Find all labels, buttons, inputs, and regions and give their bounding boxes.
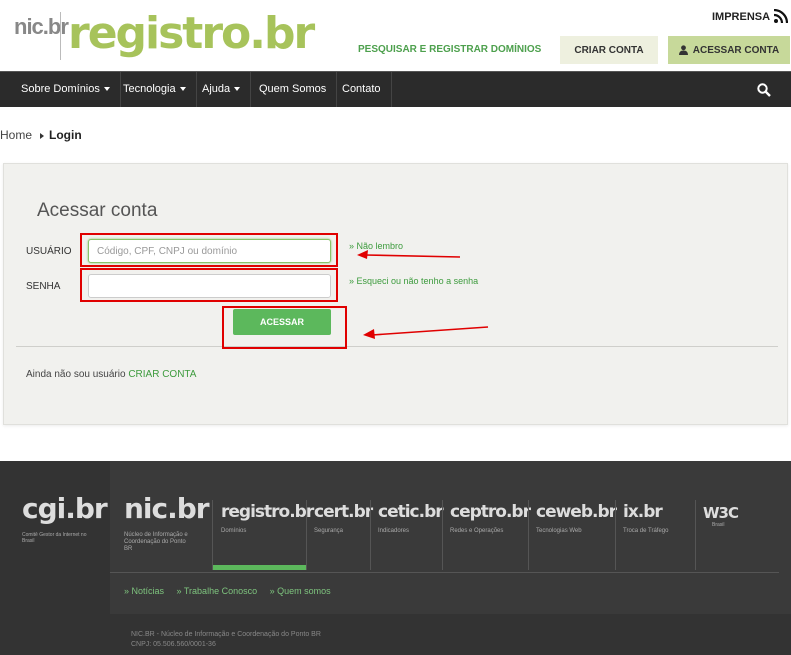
- copyright-line-2: CNPJ: 05.506.560/0001-36: [131, 641, 216, 648]
- access-account-button[interactable]: ACESSAR CONTA: [668, 36, 790, 64]
- footer-nic-subtitle: Núcleo de Informação e Coordenação do Po…: [124, 532, 188, 552]
- cgi-logo[interactable]: cgi.br: [22, 492, 108, 525]
- logo-separator: [60, 12, 61, 60]
- caret-right-icon: [40, 132, 45, 139]
- nav-item-contato[interactable]: Contato: [332, 72, 392, 107]
- footer-cert-subtitle: Segurança: [314, 528, 344, 534]
- breadcrumb: Home Login: [0, 128, 82, 142]
- active-site-indicator: [213, 565, 306, 570]
- main-nav: Sobre Domínios Tecnologia Ajuda Quem Som…: [0, 71, 791, 107]
- page: nic.br registro.br IMPRENSA PESQUISAR E …: [0, 0, 791, 655]
- registro-logo[interactable]: registro.br: [68, 8, 315, 60]
- footer-bottom: [0, 614, 791, 655]
- nav-item-quem-somos[interactable]: Quem Somos: [249, 72, 338, 107]
- footer-cert-logo[interactable]: cert.br: [314, 502, 373, 522]
- footer-link-quem-somos[interactable]: » Quem somos: [270, 586, 331, 596]
- footer-separator: [212, 500, 213, 570]
- panel-divider: [16, 346, 778, 347]
- access-account-label: ACESSAR CONTA: [692, 44, 780, 56]
- imprensa-link[interactable]: IMPRENSA: [712, 11, 770, 23]
- footer-w3c-subtitle: Brasil: [712, 522, 725, 528]
- forgot-password-link[interactable]: » Esqueci ou não tenho a senha: [349, 276, 478, 286]
- breadcrumb-current: Login: [49, 128, 82, 142]
- footer-separator: [615, 500, 616, 570]
- login-title: Acessar conta: [37, 200, 158, 221]
- nav-item-ajuda[interactable]: Ajuda: [192, 72, 252, 107]
- annotation-arrow-icon: [363, 326, 489, 339]
- footer-ix-subtitle: Troca de Tráfego: [623, 528, 669, 534]
- nav-item-label: Tecnologia: [123, 83, 176, 95]
- footer-registro-subtitle: Domínios: [221, 528, 247, 534]
- user-label: USUÁRIO: [26, 246, 72, 257]
- footer-divider: [110, 572, 779, 573]
- footer-separator: [306, 500, 307, 570]
- breadcrumb-home[interactable]: Home: [0, 128, 32, 142]
- footer-links: » Notícias » Trabalhe Conosco » Quem som…: [124, 586, 341, 596]
- annotation-arrow-icon: [357, 250, 461, 259]
- footer-link-noticias[interactable]: » Notícias: [124, 586, 164, 596]
- footer-registro-logo[interactable]: registro.br: [221, 502, 314, 522]
- footer-nic-logo[interactable]: nic.br: [124, 492, 210, 525]
- footer-separator: [695, 500, 696, 570]
- nav-item-sobre-dominios[interactable]: Sobre Domínios: [10, 72, 121, 107]
- nav-item-tecnologia[interactable]: Tecnologia: [113, 72, 197, 107]
- footer-link-trabalhe-conosco[interactable]: » Trabalhe Conosco: [177, 586, 258, 596]
- no-user-text: Ainda não sou usuário CRIAR CONTA: [26, 369, 196, 380]
- footer-separator: [370, 500, 371, 570]
- annotation-box-password: [80, 268, 338, 302]
- rss-icon[interactable]: [774, 9, 788, 23]
- footer-ceweb-logo[interactable]: ceweb.br: [536, 502, 617, 522]
- nav-item-label: Quem Somos: [259, 83, 327, 95]
- caret-down-icon: [234, 87, 241, 92]
- annotation-box-user: [80, 233, 338, 267]
- user-icon: [678, 45, 688, 55]
- copyright-line-1: NIC.BR - Núcleo de Informação e Coordena…: [131, 631, 321, 638]
- footer-ceptro-logo[interactable]: ceptro.br: [450, 502, 531, 522]
- footer-ceweb-subtitle: Tecnologias Web: [536, 528, 582, 534]
- footer-copyright: NIC.BR - Núcleo de Informação e Coordena…: [131, 630, 321, 650]
- footer-separator: [528, 500, 529, 570]
- annotation-box-submit: [222, 306, 347, 349]
- no-user-label: Ainda não sou usuário: [26, 369, 126, 380]
- create-account-button[interactable]: CRIAR CONTA: [560, 36, 658, 64]
- caret-down-icon: [103, 87, 110, 92]
- create-account-link[interactable]: CRIAR CONTA: [128, 369, 196, 380]
- footer-ceptro-subtitle: Redes e Operações: [450, 528, 504, 534]
- footer-separator: [442, 500, 443, 570]
- footer-ix-logo[interactable]: ix.br: [623, 502, 663, 522]
- cgi-subtitle: Comitê Gestor da Internet no Brasil: [22, 532, 87, 544]
- nav-item-label: Sobre Domínios: [21, 83, 100, 95]
- search-register-link[interactable]: PESQUISAR E REGISTRAR DOMÍNIOS: [358, 44, 541, 55]
- footer-cetic-logo[interactable]: cetic.br: [378, 502, 444, 522]
- footer-w3c-logo[interactable]: W3C: [703, 504, 739, 522]
- footer-cetic-subtitle: Indicadores: [378, 528, 410, 534]
- caret-down-icon: [179, 87, 186, 92]
- nav-item-label: Contato: [342, 83, 381, 95]
- search-icon[interactable]: [757, 83, 771, 97]
- password-label: SENHA: [26, 281, 61, 292]
- nav-item-label: Ajuda: [202, 83, 231, 95]
